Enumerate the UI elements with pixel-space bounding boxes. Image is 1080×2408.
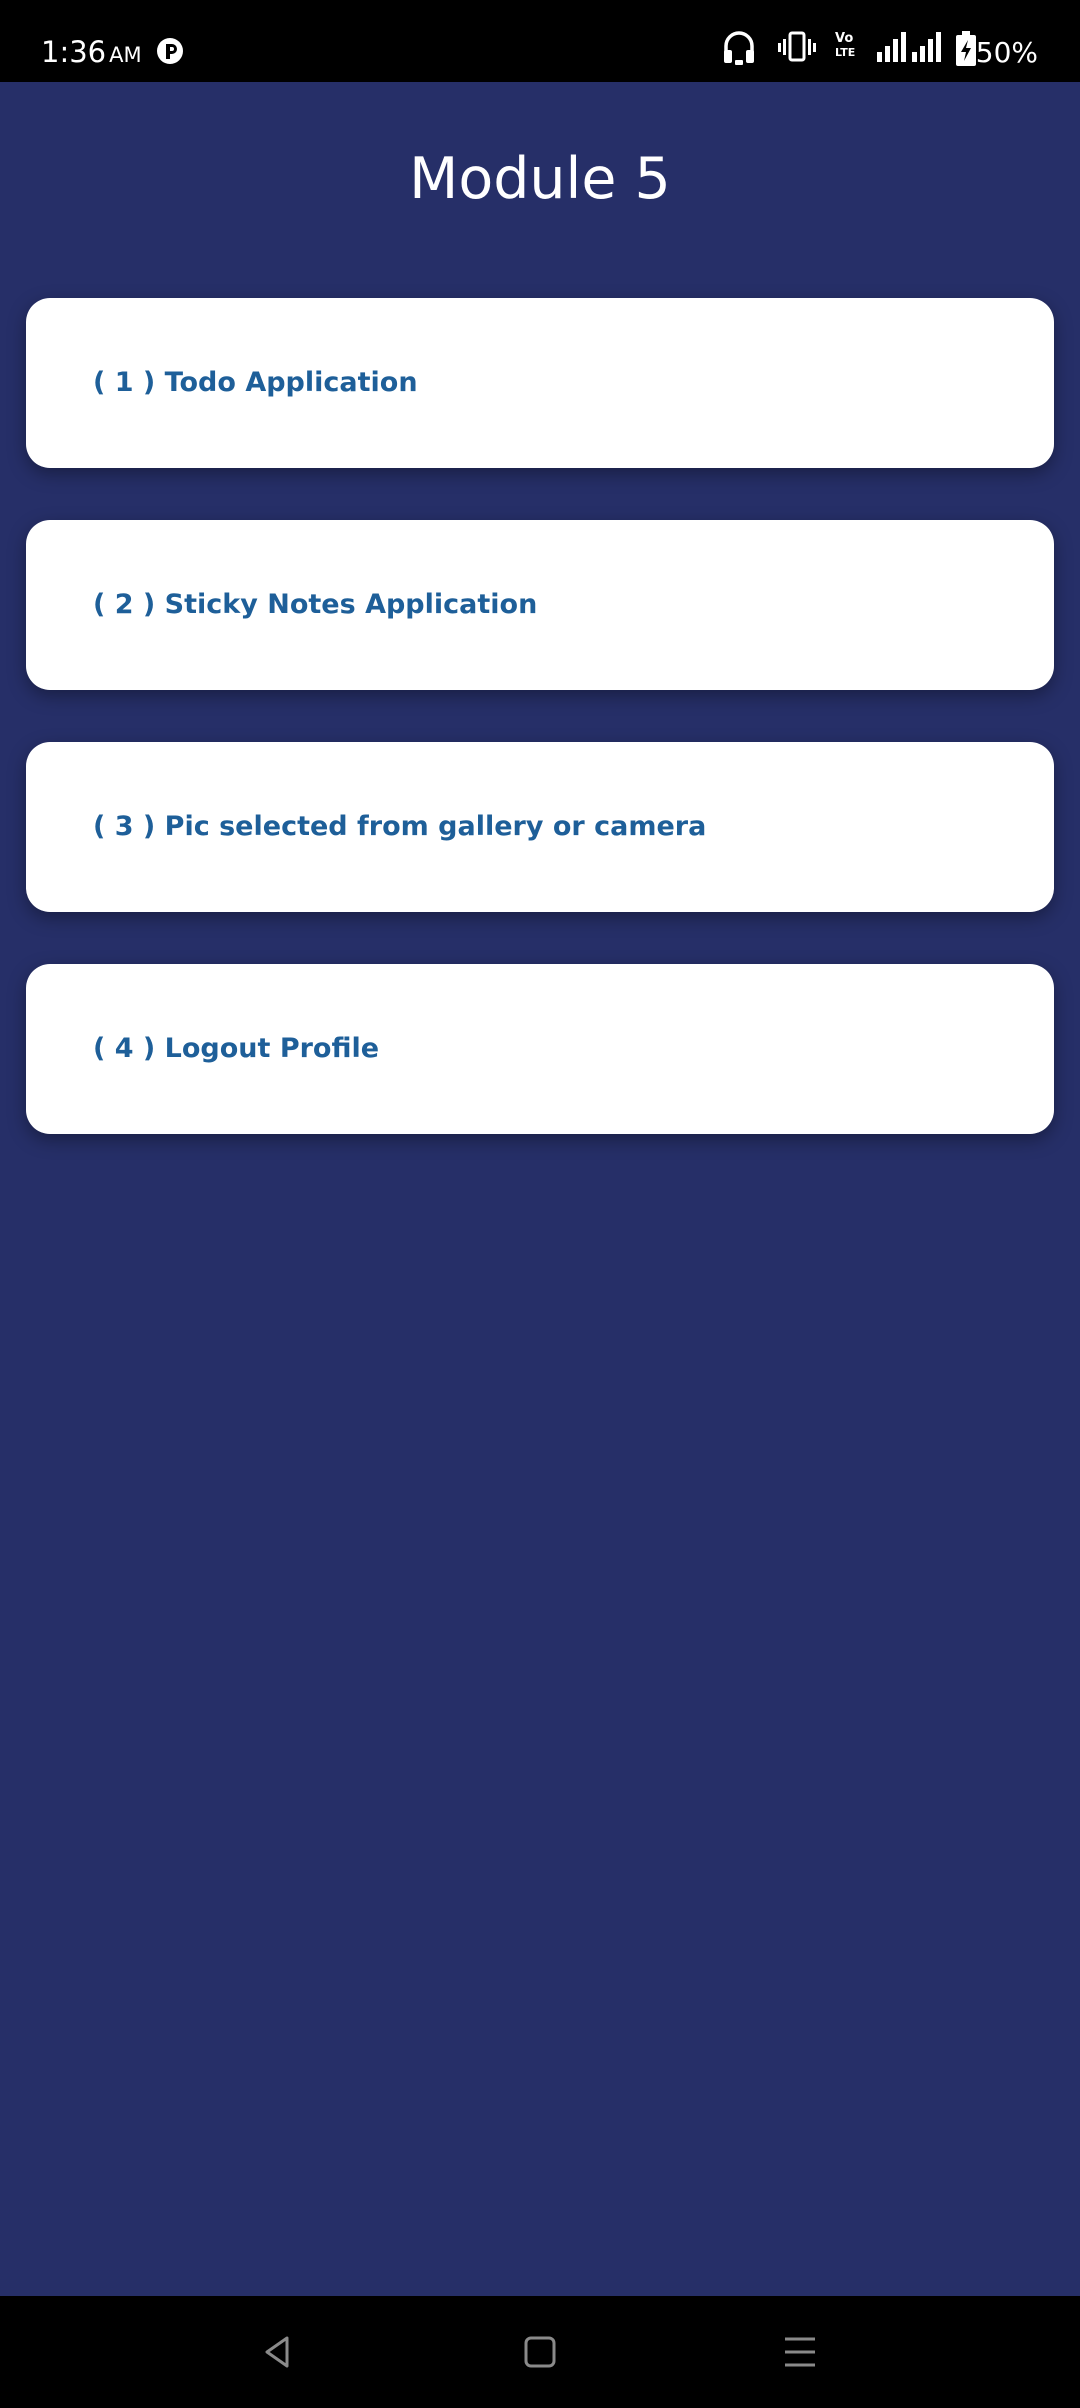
menu-item-todo-application[interactable]: ( 1 ) Todo Application — [26, 298, 1054, 468]
volte-bottom: LTE — [835, 46, 856, 59]
menu-item-sticky-notes-application[interactable]: ( 2 ) Sticky Notes Application — [26, 520, 1054, 690]
battery-charging-icon — [956, 31, 976, 66]
menu-item-label: ( 1 ) Todo Application — [93, 367, 418, 398]
menu-item-logout-profile[interactable]: ( 4 ) Logout Profile — [26, 964, 1054, 1134]
battery-percentage: 50% — [975, 36, 1038, 69]
back-icon[interactable] — [249, 2324, 305, 2380]
page-title: Module 5 — [409, 146, 671, 212]
status-time: 1:36 AM — [41, 32, 142, 75]
headset-icon — [724, 31, 754, 65]
status-icons: Vo LTE 50% — [680, 0, 1080, 82]
vibrate-icon — [778, 31, 816, 62]
menu-item-label: ( 3 ) Pic selected from gallery or camer… — [93, 811, 707, 842]
volte-top: Vo — [835, 31, 854, 46]
menu-item-pic-selected[interactable]: ( 3 ) Pic selected from gallery or camer… — [26, 742, 1054, 912]
recents-icon[interactable] — [772, 2324, 828, 2380]
navigation-bar — [0, 2296, 1080, 2408]
main-screen: Module 5 ( 1 ) Todo Application ( 2 ) St… — [0, 82, 1080, 2296]
home-icon[interactable] — [512, 2324, 568, 2380]
signal-2-icon — [912, 32, 941, 62]
menu-item-label: ( 2 ) Sticky Notes Application — [93, 589, 538, 620]
status-bar: 1:36 AM Vo LTE 50% — [0, 0, 1080, 82]
menu-item-label: ( 4 ) Logout Profile — [93, 1033, 380, 1064]
status-time-ampm: AM — [109, 43, 142, 67]
app-notification-icon — [157, 38, 183, 64]
volte-icon: Vo LTE — [835, 32, 869, 66]
signal-1-icon — [877, 32, 906, 62]
status-time-value: 1:36 — [41, 35, 107, 69]
